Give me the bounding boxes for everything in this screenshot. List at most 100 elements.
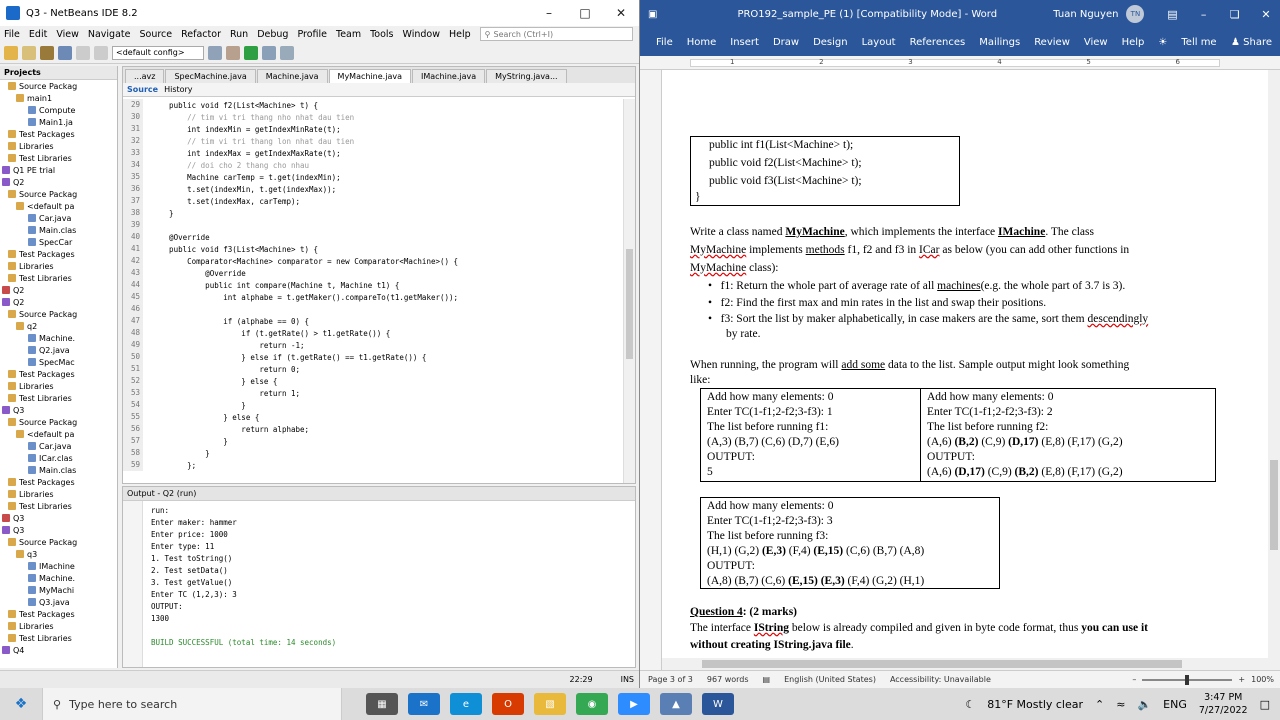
- maximize-button[interactable]: □: [567, 6, 603, 20]
- menu-refactor[interactable]: Refactor: [181, 29, 221, 40]
- menu-window[interactable]: Window: [403, 29, 440, 40]
- tree-node[interactable]: q2: [0, 320, 117, 332]
- tree-node[interactable]: Test Packages: [0, 368, 117, 380]
- mail-icon[interactable]: ✉: [408, 693, 440, 715]
- word-count[interactable]: 967 words: [707, 675, 749, 684]
- tree-node[interactable]: Main.clas: [0, 224, 117, 236]
- tree-node[interactable]: Test Libraries: [0, 500, 117, 512]
- menu-run[interactable]: Run: [230, 29, 248, 40]
- tree-node[interactable]: Test Packages: [0, 476, 117, 488]
- projects-tab[interactable]: Projects: [0, 66, 117, 80]
- menu-view[interactable]: View: [56, 29, 79, 40]
- tree-node[interactable]: Source Packag: [0, 188, 117, 200]
- profile-icon[interactable]: [280, 45, 294, 60]
- editor-scrollbar[interactable]: [623, 99, 635, 483]
- tree-node[interactable]: Test Libraries: [0, 392, 117, 404]
- history-tab[interactable]: History: [164, 85, 192, 94]
- menu-source[interactable]: Source: [139, 29, 172, 40]
- build-icon[interactable]: [208, 45, 222, 60]
- tree-node[interactable]: Libraries: [0, 620, 117, 632]
- editor-tab[interactable]: SpecMachine.java: [165, 69, 256, 83]
- task-view-icon[interactable]: ▦: [366, 693, 398, 715]
- tree-node[interactable]: Test Packages: [0, 128, 117, 140]
- netbeans-taskbar-icon[interactable]: ▲: [660, 693, 692, 715]
- menu-help[interactable]: Help: [449, 29, 471, 40]
- windows-start-icon[interactable]: ❖: [0, 696, 42, 712]
- tree-node[interactable]: Car.java: [0, 212, 117, 224]
- tree-node[interactable]: Q1 PE trial: [0, 164, 117, 176]
- proofing-icon[interactable]: ▤: [763, 675, 771, 684]
- tree-node[interactable]: Test Packages: [0, 608, 117, 620]
- tree-node[interactable]: ICar.clas: [0, 452, 117, 464]
- editor-tab[interactable]: ...avz: [125, 69, 165, 83]
- volume-icon[interactable]: 🔈: [1137, 698, 1151, 711]
- tree-node[interactable]: Q2: [0, 176, 117, 188]
- ide-search-input[interactable]: ⚲ Search (Ctrl+I): [479, 27, 633, 41]
- close-button[interactable]: ✕: [603, 6, 639, 20]
- tree-node[interactable]: Q3: [0, 404, 117, 416]
- weather-text[interactable]: 81°F Mostly clear: [987, 698, 1083, 711]
- editor-tab[interactable]: Machine.java: [256, 69, 328, 83]
- tree-node[interactable]: Source Packag: [0, 308, 117, 320]
- ribbon-references[interactable]: References: [910, 37, 966, 48]
- minimize-button[interactable]: –: [1190, 8, 1218, 21]
- new-project-icon[interactable]: [4, 45, 18, 60]
- menu-tools[interactable]: Tools: [370, 29, 393, 40]
- ribbon-draw[interactable]: Draw: [773, 37, 799, 48]
- notifications-icon[interactable]: □: [1260, 698, 1270, 711]
- tree-node[interactable]: Test Libraries: [0, 272, 117, 284]
- config-select[interactable]: <default config>: [112, 45, 204, 60]
- ribbon-insert[interactable]: Insert: [730, 37, 759, 48]
- tray-overflow-icon[interactable]: ⌃: [1095, 698, 1104, 711]
- code-area[interactable]: 29 public void f2(List<Machine> t) {30 /…: [123, 99, 623, 483]
- page-count[interactable]: Page 3 of 3: [648, 675, 693, 684]
- tree-node[interactable]: SpecCar: [0, 236, 117, 248]
- wifi-icon[interactable]: ≈: [1116, 698, 1125, 711]
- document-hscrollbar[interactable]: [662, 658, 1268, 670]
- chrome-icon[interactable]: ◉: [576, 693, 608, 715]
- minimize-button[interactable]: –: [531, 6, 567, 20]
- tree-node[interactable]: SpecMac: [0, 356, 117, 368]
- file-explorer-icon[interactable]: ▧: [534, 693, 566, 715]
- input-language[interactable]: ENG: [1163, 698, 1187, 711]
- autosave-icon[interactable]: ▣: [648, 9, 657, 20]
- open-project-icon[interactable]: [40, 45, 54, 60]
- menu-edit[interactable]: Edit: [29, 29, 47, 40]
- tree-node[interactable]: Q3: [0, 524, 117, 536]
- share-button[interactable]: ♟ Share: [1231, 37, 1272, 48]
- tree-node[interactable]: Libraries: [0, 260, 117, 272]
- document-page[interactable]: public int f1(List<Machine> t); public v…: [662, 70, 1268, 658]
- tree-node[interactable]: Main.clas: [0, 464, 117, 476]
- undo-icon[interactable]: [76, 45, 90, 60]
- accessibility-status[interactable]: Accessibility: Unavailable: [890, 675, 991, 684]
- tree-node[interactable]: Q2: [0, 296, 117, 308]
- word-taskbar-icon[interactable]: W: [702, 693, 734, 715]
- tree-node[interactable]: Test Packages: [0, 248, 117, 260]
- menu-team[interactable]: Team: [336, 29, 361, 40]
- restore-button[interactable]: ❏: [1221, 8, 1249, 21]
- ribbon-file[interactable]: File: [656, 37, 673, 48]
- tree-node[interactable]: IMachine: [0, 560, 117, 572]
- tree-node[interactable]: Q2: [0, 284, 117, 296]
- editor-tab-active[interactable]: MyMachine.java: [328, 69, 411, 83]
- tree-node[interactable]: Machine.: [0, 332, 117, 344]
- editor-tab[interactable]: IMachine.java: [411, 69, 486, 83]
- zoom-control[interactable]: – + 100%: [1132, 674, 1274, 685]
- zoom-out-icon[interactable]: –: [1132, 675, 1136, 684]
- tree-node[interactable]: Main1.ja: [0, 116, 117, 128]
- ruler[interactable]: 1 2 3 4 5 6: [640, 56, 1280, 70]
- menu-debug[interactable]: Debug: [257, 29, 288, 40]
- close-button[interactable]: ✕: [1252, 8, 1280, 21]
- run-icon[interactable]: [244, 45, 258, 60]
- tree-node[interactable]: Source Packag: [0, 80, 117, 92]
- ribbon-view[interactable]: View: [1084, 37, 1108, 48]
- language[interactable]: English (United States): [784, 675, 876, 684]
- ribbon-mailings[interactable]: Mailings: [979, 37, 1020, 48]
- tree-node[interactable]: MyMachi: [0, 584, 117, 596]
- tree-node[interactable]: Libraries: [0, 380, 117, 392]
- tree-node[interactable]: Machine.: [0, 572, 117, 584]
- weather-icon[interactable]: ☾: [965, 698, 975, 711]
- ribbon-review[interactable]: Review: [1034, 37, 1070, 48]
- tree-node[interactable]: Test Libraries: [0, 632, 117, 644]
- redo-icon[interactable]: [94, 45, 108, 60]
